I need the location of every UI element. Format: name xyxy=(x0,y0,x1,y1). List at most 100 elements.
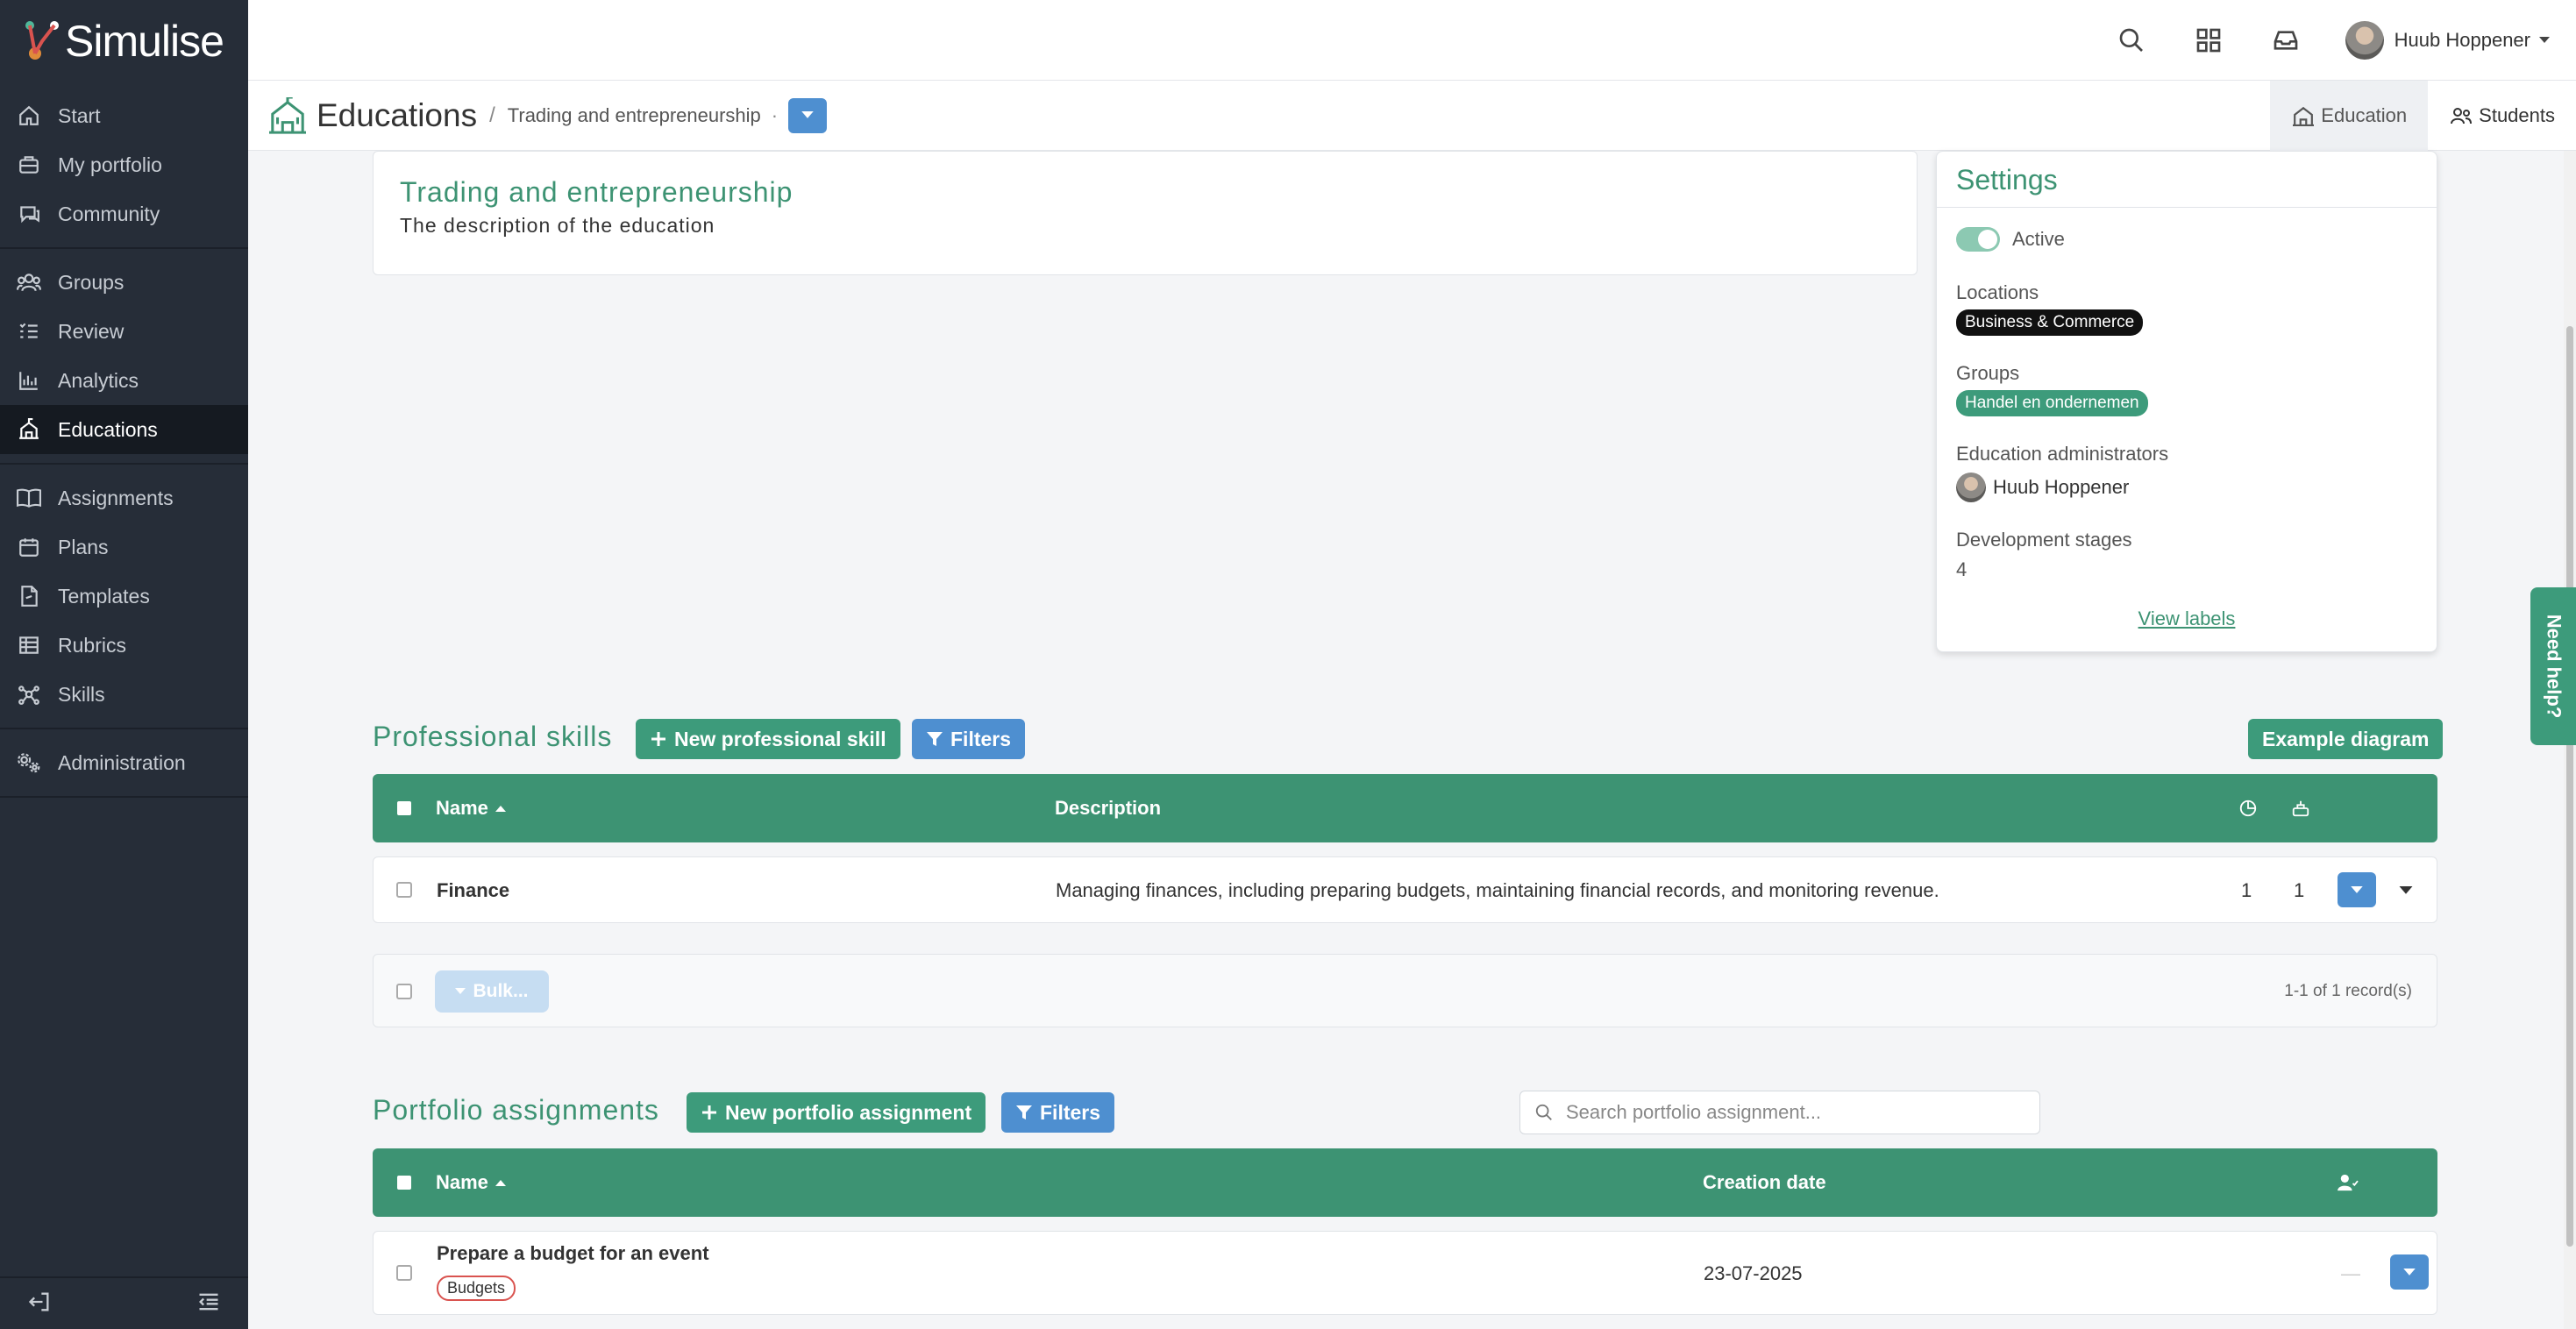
scrollbar-thumb[interactable] xyxy=(2566,326,2573,1247)
select-all-checkbox[interactable] xyxy=(396,984,412,999)
sidebar-item-label: Start xyxy=(58,103,101,127)
layers-icon xyxy=(2291,774,2310,842)
assignment-tag: Budgets xyxy=(437,1276,516,1301)
records-count: 1-1 of 1 record(s) xyxy=(2284,982,2412,1000)
sidebar-item-templates[interactable]: Templates xyxy=(0,572,248,621)
stages-label: Development stages xyxy=(1956,529,2132,551)
row-checkbox[interactable] xyxy=(396,1265,412,1281)
skill-name[interactable]: Finance xyxy=(437,857,509,924)
sidebar-item-label: Plans xyxy=(58,535,109,558)
header-tabs: Education Students xyxy=(2270,81,2576,151)
sidebar-item-label: Review xyxy=(58,319,125,343)
group-badge: Handel en ondernemen xyxy=(1956,390,2148,416)
checklist-icon xyxy=(16,318,42,345)
sidebar-item-rubrics[interactable]: Rubrics xyxy=(0,621,248,670)
active-toggle[interactable]: Active xyxy=(1956,227,2417,252)
location-badge: Business & Commerce xyxy=(1956,309,2144,336)
calendar-icon xyxy=(16,534,42,560)
tab-students[interactable]: Students xyxy=(2428,81,2576,151)
row-checkbox[interactable] xyxy=(396,882,412,898)
search-assignment-input[interactable]: Search portfolio assignment... xyxy=(1519,1091,2040,1134)
settings-panel: Settings Active Locations Business & Com… xyxy=(1936,151,2437,652)
sidebar-item-start[interactable]: Start xyxy=(0,91,248,140)
file-icon xyxy=(16,583,42,609)
caret-down-icon xyxy=(455,988,466,994)
assignments-filters-button[interactable]: Filters xyxy=(1001,1092,1115,1133)
apps-grid-icon[interactable] xyxy=(2191,23,2226,58)
sidebar-item-analytics[interactable]: Analytics xyxy=(0,356,248,405)
toggle-switch[interactable] xyxy=(1956,227,2000,252)
education-title: Trading and entrepreneurship xyxy=(400,176,793,208)
sidebar-item-skills[interactable]: Skills xyxy=(0,670,248,719)
plus-icon xyxy=(650,730,667,748)
tab-education[interactable]: Education xyxy=(2270,81,2429,151)
sort-asc-icon xyxy=(495,1180,506,1186)
collapse-sidebar-icon[interactable] xyxy=(196,1290,222,1318)
caret-down-icon xyxy=(2351,885,2363,893)
filter-icon xyxy=(926,730,943,748)
bulk-actions-button[interactable]: Bulk... xyxy=(435,970,549,1013)
active-label: Active xyxy=(2012,228,2065,250)
button-label: Example diagram xyxy=(2262,727,2430,750)
sidebar-item-plans[interactable]: Plans xyxy=(0,522,248,572)
briefcase-icon xyxy=(16,152,42,178)
user-check-icon xyxy=(2337,1148,2359,1217)
sidebar-item-educations[interactable]: Educations xyxy=(0,405,248,454)
logout-icon[interactable] xyxy=(26,1290,53,1318)
breadcrumb[interactable]: Trading and entrepreneurship xyxy=(508,104,761,127)
page-header: Educations / Trading and entrepreneurshi… xyxy=(248,81,2576,151)
row-actions-button[interactable] xyxy=(2338,872,2376,907)
table-icon xyxy=(16,632,42,658)
table-row[interactable]: Finance Managing finances, including pre… xyxy=(373,856,2437,923)
sidebar-item-label: Rubrics xyxy=(58,633,126,657)
sidebar-item-label: Skills xyxy=(58,682,105,706)
sidebar-footer xyxy=(0,1276,248,1329)
inbox-icon[interactable] xyxy=(2268,23,2303,58)
breadcrumb-dot: · xyxy=(771,103,779,126)
user-menu[interactable]: Huub Hoppener xyxy=(2345,20,2550,60)
search-icon[interactable] xyxy=(2114,23,2149,58)
school-icon xyxy=(16,416,42,443)
select-all-checkbox[interactable] xyxy=(397,1148,411,1217)
row-actions-button[interactable] xyxy=(2390,1254,2429,1290)
sidebar-item-community[interactable]: Community xyxy=(0,189,248,238)
sidebar-item-label: Assignments xyxy=(58,486,174,509)
column-description[interactable]: Description xyxy=(1055,774,1161,842)
avatar xyxy=(1956,473,1986,502)
settings-title: Settings xyxy=(1937,152,2437,208)
select-all-checkbox[interactable] xyxy=(397,774,411,842)
app-name: Simulise xyxy=(65,17,224,66)
sidebar-item-groups[interactable]: Groups xyxy=(0,258,248,307)
gears-icon xyxy=(16,750,42,776)
admin-entry: Huub Hoppener xyxy=(1956,473,2417,502)
sidebar-group-manage: Groups Review Analytics Educations xyxy=(0,249,248,465)
assignment-name[interactable]: Prepare a budget for an event xyxy=(437,1242,709,1265)
admins-label: Education administrators xyxy=(1956,443,2169,465)
skills-filters-button[interactable]: Filters xyxy=(912,719,1026,759)
sidebar-item-assignments[interactable]: Assignments xyxy=(0,473,248,522)
education-description: The description of the education xyxy=(400,214,715,237)
sidebar-item-label: Templates xyxy=(58,584,150,608)
new-professional-skill-button[interactable]: New professional skill xyxy=(636,719,900,759)
sidebar-item-review[interactable]: Review xyxy=(0,307,248,356)
column-name[interactable]: Name xyxy=(436,1148,506,1217)
education-dropdown-button[interactable] xyxy=(788,97,828,133)
example-diagram-button[interactable]: Example diagram xyxy=(2248,719,2444,759)
sidebar-item-label: Groups xyxy=(58,270,125,294)
education-intro-card: Trading and entrepreneurship The descrip… xyxy=(373,151,1918,275)
app-logo[interactable]: Simulise xyxy=(0,0,248,82)
need-help-button[interactable]: Need help? xyxy=(2530,587,2576,745)
new-portfolio-assignment-button[interactable]: New portfolio assignment xyxy=(687,1092,986,1133)
view-labels-link[interactable]: View labels xyxy=(1956,608,2417,630)
column-name[interactable]: Name xyxy=(436,774,506,842)
caret-down-icon xyxy=(801,111,814,118)
sidebar-item-my-portfolio[interactable]: My portfolio xyxy=(0,140,248,189)
pie-chart-icon xyxy=(2238,774,2258,842)
expand-row-icon[interactable] xyxy=(2399,857,2413,924)
column-creation-date[interactable]: Creation date xyxy=(1703,1148,1826,1217)
table-row[interactable]: Prepare a budget for an event Budgets 23… xyxy=(373,1231,2437,1315)
sidebar-item-label: Community xyxy=(58,202,160,225)
button-label: Filters xyxy=(950,727,1012,750)
assignment-assignees: — xyxy=(2341,1262,2360,1284)
sidebar-item-administration[interactable]: Administration xyxy=(0,738,248,787)
